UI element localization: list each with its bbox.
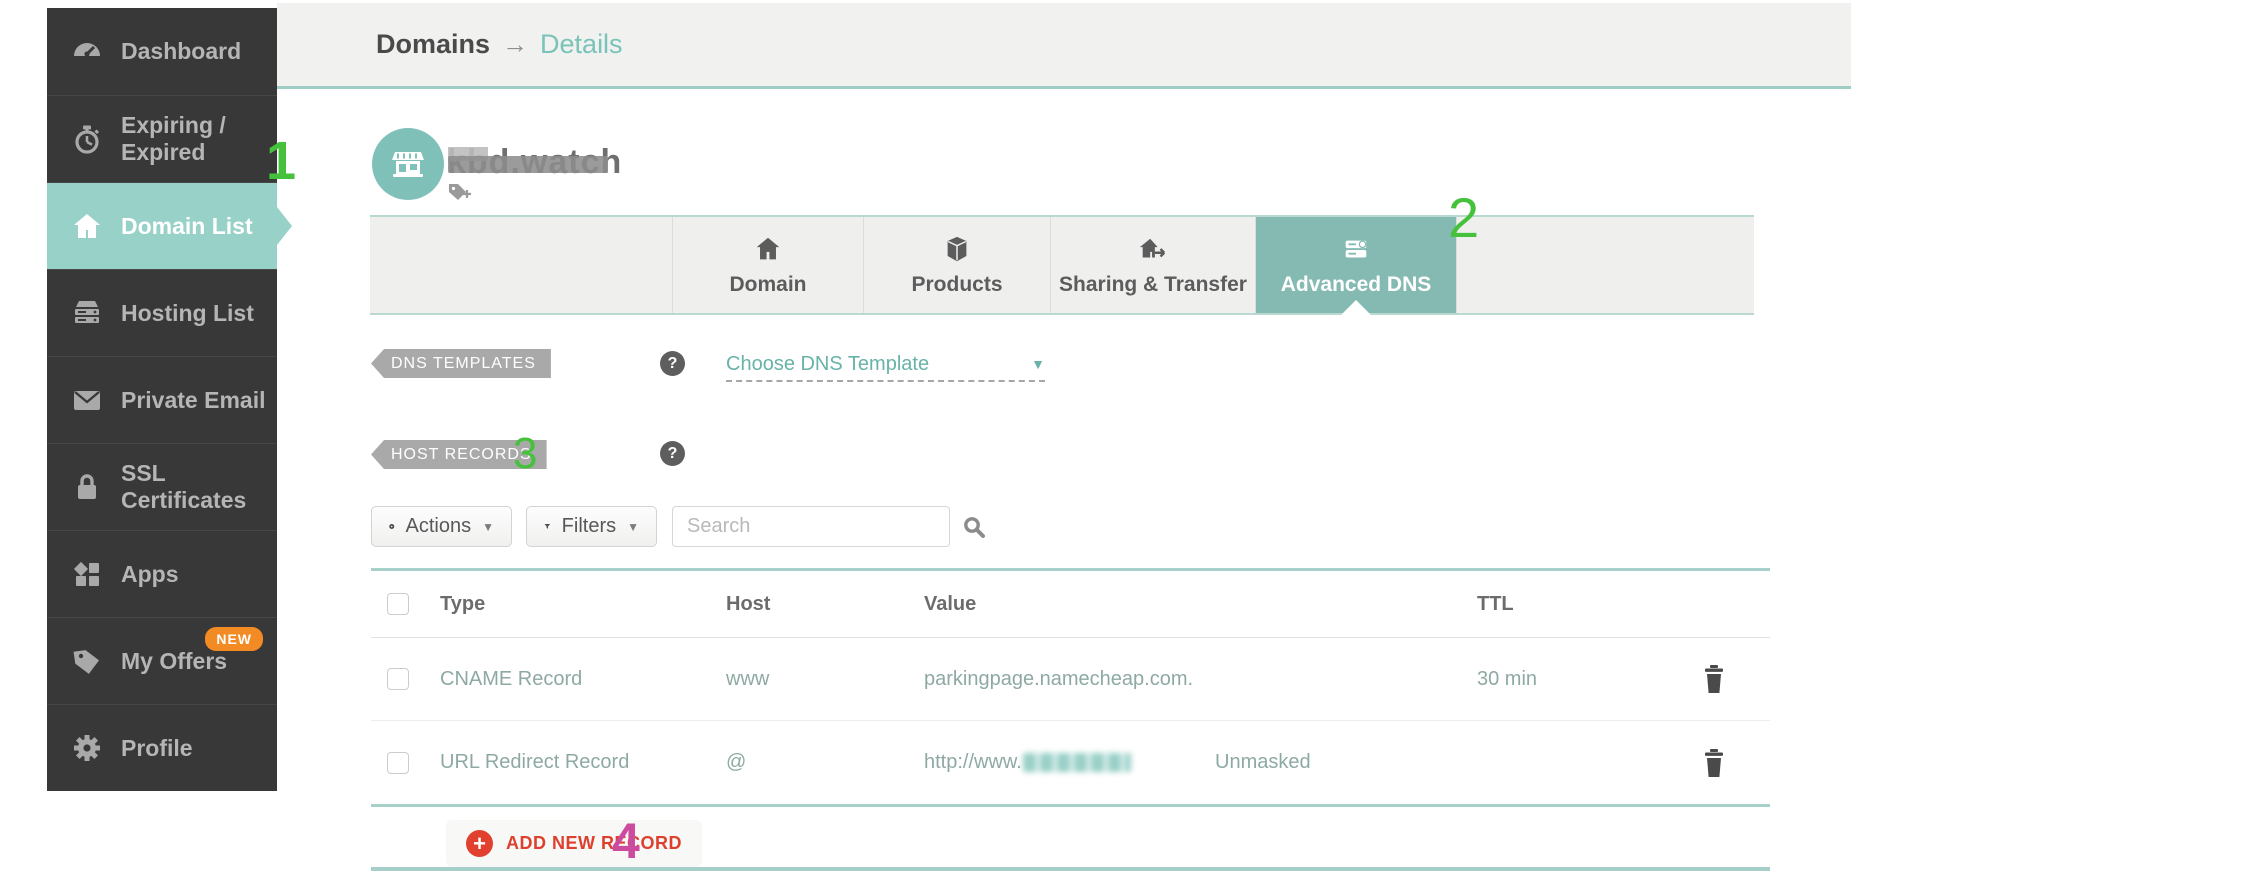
annotation-step-1: 1 bbox=[266, 131, 297, 191]
sidebar-item-apps[interactable]: Apps bbox=[47, 530, 277, 617]
domain-tabs-bar: Domain Products Sharing & Transfer Advan… bbox=[370, 215, 1754, 315]
breadcrumb-bar: Domains → Details bbox=[277, 3, 1851, 89]
tab-sharing-transfer[interactable]: Sharing & Transfer bbox=[1050, 217, 1255, 313]
redacted-value-blur bbox=[1022, 753, 1131, 772]
breadcrumb-domains-link[interactable]: Domains bbox=[376, 29, 490, 60]
add-new-record-label: ADD NEW RECORD bbox=[506, 833, 682, 853]
tab-products[interactable]: Products bbox=[863, 217, 1050, 313]
filters-label: Filters bbox=[561, 515, 617, 537]
breadcrumb-current: Details bbox=[540, 29, 623, 59]
sidebar-nav: Dashboard Expiring / Expired Domain List… bbox=[47, 8, 277, 791]
actions-label: Actions bbox=[405, 515, 472, 537]
record-type: URL Redirect Record bbox=[440, 751, 630, 773]
redirect-mode-label: Unmasked bbox=[1215, 751, 1311, 773]
record-host: @ bbox=[726, 751, 747, 773]
chevron-down-icon: ▼ bbox=[1031, 356, 1045, 372]
annotation-step-3: 3 bbox=[513, 429, 538, 478]
delete-record-icon[interactable] bbox=[1700, 748, 1728, 778]
chevron-down-icon: ▼ bbox=[627, 519, 639, 534]
search-icon[interactable] bbox=[962, 515, 986, 539]
house-arrow-icon bbox=[1139, 238, 1166, 257]
dns-server-icon bbox=[1345, 239, 1367, 257]
sidebar-item-label: Hosting List bbox=[121, 299, 254, 326]
home-icon bbox=[756, 237, 780, 259]
home-icon bbox=[70, 209, 104, 243]
tab-label: Domain bbox=[729, 272, 807, 296]
annotation-step-4: 4 bbox=[612, 813, 640, 869]
namecheap-domain-details-page: Domains → Details Dashboard Expiring / E… bbox=[0, 0, 2243, 877]
choose-dns-template-dropdown[interactable]: Choose DNS Template ▼ bbox=[726, 348, 1045, 382]
filters-button[interactable]: Filters ▼ bbox=[526, 506, 657, 547]
section-divider bbox=[371, 867, 1770, 871]
sidebar-item-label: Private Email bbox=[121, 386, 266, 413]
column-header-type: Type bbox=[440, 592, 486, 615]
storefront-icon bbox=[392, 152, 424, 177]
sidebar-item-label: SSL Certificates bbox=[121, 460, 247, 513]
record-ttl: 30 min bbox=[1477, 667, 1538, 690]
search-box bbox=[672, 506, 985, 547]
stopwatch-icon bbox=[70, 122, 104, 156]
play-circle-icon bbox=[389, 523, 395, 530]
host-records-table: Type Host Value TTL CNAME Record www par… bbox=[371, 568, 1770, 807]
add-tag-icon[interactable] bbox=[447, 181, 473, 205]
tab-domain[interactable]: Domain bbox=[672, 217, 863, 313]
table-row: CNAME Record www parkingpage.namecheap.c… bbox=[371, 638, 1770, 721]
sidebar-item-label: Dashboard bbox=[121, 38, 242, 64]
table-header-row: Type Host Value TTL bbox=[371, 571, 1770, 638]
delete-record-icon[interactable] bbox=[1700, 664, 1728, 694]
server-icon bbox=[70, 296, 104, 330]
chevron-down-icon: ▼ bbox=[482, 519, 494, 534]
breadcrumb-arrow: → bbox=[502, 29, 529, 59]
sidebar-item-private-email[interactable]: Private Email bbox=[47, 356, 277, 443]
record-type: CNAME Record bbox=[440, 667, 583, 690]
sidebar-item-dashboard[interactable]: Dashboard bbox=[47, 8, 277, 95]
price-tag-icon bbox=[70, 644, 104, 678]
record-host: www bbox=[726, 667, 770, 690]
sidebar-item-hosting-list[interactable]: Hosting List bbox=[47, 269, 277, 356]
domain-avatar bbox=[372, 128, 444, 200]
apps-grid-icon bbox=[70, 557, 104, 591]
sidebar-item-domain-list[interactable]: Domain List bbox=[47, 182, 277, 269]
annotation-step-2: 2 bbox=[1448, 186, 1480, 249]
padlock-icon bbox=[70, 470, 104, 504]
box-icon bbox=[947, 236, 967, 261]
tab-advanced-dns[interactable]: Advanced DNS bbox=[1255, 217, 1457, 313]
record-value-prefix: http://www. bbox=[924, 751, 1022, 773]
column-header-value: Value bbox=[924, 592, 977, 615]
dns-templates-badge: DNS TEMPLATES bbox=[371, 349, 551, 378]
dropdown-label: Choose DNS Template bbox=[726, 352, 930, 375]
sidebar-item-profile[interactable]: Profile bbox=[47, 704, 277, 791]
record-value: parkingpage.namecheap.com. bbox=[924, 667, 1194, 690]
dashboard-icon bbox=[70, 35, 104, 69]
funnel-icon bbox=[544, 524, 551, 529]
plus-circle-icon: + bbox=[466, 830, 493, 857]
new-badge: NEW bbox=[205, 627, 263, 651]
envelope-icon bbox=[70, 383, 104, 417]
sidebar-item-expiring-expired[interactable]: Expiring / Expired bbox=[47, 95, 277, 182]
help-icon[interactable]: ? bbox=[660, 351, 685, 376]
add-new-record-button[interactable]: + ADD NEW RECORD bbox=[446, 820, 702, 867]
tab-label: Products bbox=[911, 272, 1003, 296]
actions-button[interactable]: Actions ▼ bbox=[371, 506, 512, 547]
row-checkbox[interactable] bbox=[387, 751, 409, 774]
table-row: URL Redirect Record @ http://www. Unmask… bbox=[371, 721, 1770, 804]
sidebar-item-label: My Offers bbox=[121, 647, 228, 674]
search-input[interactable] bbox=[673, 515, 962, 538]
column-header-ttl: TTL bbox=[1477, 592, 1514, 615]
sidebar-item-label: Profile bbox=[121, 734, 193, 761]
row-checkbox[interactable] bbox=[387, 668, 409, 690]
select-all-checkbox[interactable] bbox=[387, 593, 409, 615]
sidebar-item-label: Domain List bbox=[121, 212, 253, 239]
sidebar-item-label: Expiring / Expired bbox=[121, 112, 226, 165]
record-value: http://www. Unmasked bbox=[924, 751, 1477, 774]
tab-label: Advanced DNS bbox=[1280, 272, 1432, 296]
help-icon[interactable]: ? bbox=[660, 441, 685, 466]
gear-icon bbox=[70, 731, 104, 765]
sidebar-item-label: Apps bbox=[121, 560, 179, 587]
sidebar-item-my-offers[interactable]: My Offers NEW bbox=[47, 617, 277, 704]
tab-label: Sharing & Transfer bbox=[1059, 272, 1247, 296]
sidebar-item-ssl-certificates[interactable]: SSL Certificates bbox=[47, 443, 277, 530]
redaction-bar bbox=[448, 156, 608, 173]
column-header-host: Host bbox=[726, 592, 771, 615]
